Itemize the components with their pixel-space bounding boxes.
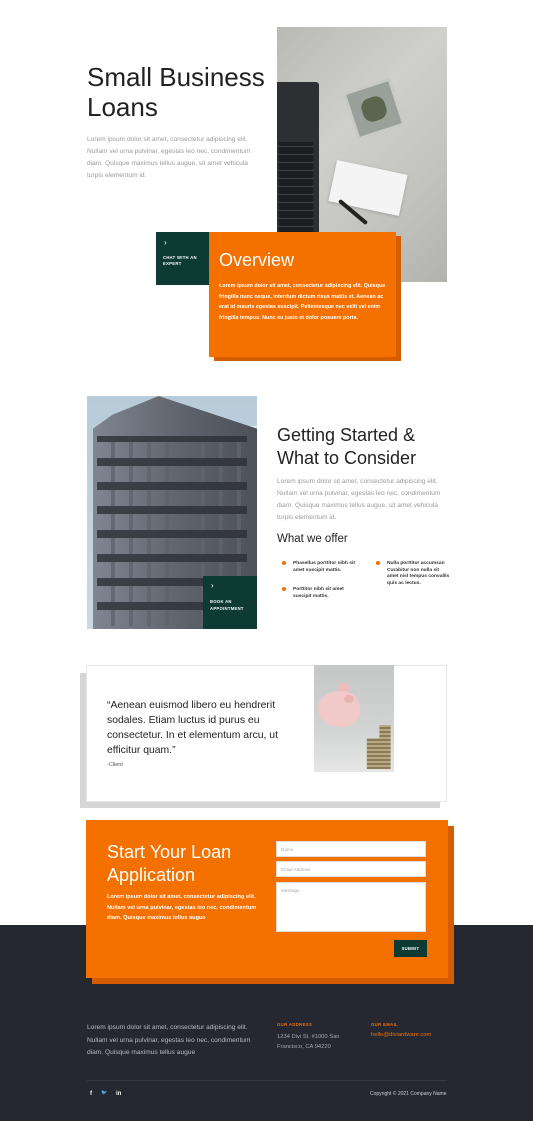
- getting-started-body: Lorem ipsum dolor sit amet, consectetur …: [277, 478, 441, 521]
- footer-address: OUR ADDRESS 1234 Divi St. #1000 San Fran…: [277, 1022, 357, 1052]
- getting-started-title: Getting Started & What to Consider: [277, 425, 417, 468]
- hero-title: Small Business Loans: [87, 62, 265, 122]
- chat-with-expert-button[interactable]: › CHAT WITH AN EXPERT: [156, 232, 210, 285]
- offer-item-text: Nulla porttitor accumsan Curabitur non n…: [387, 561, 450, 586]
- footer-divider: [87, 1080, 447, 1081]
- application-body: Lorem ipsum dolor sit amet, consectetur …: [107, 894, 257, 921]
- footer-address-heading: OUR ADDRESS: [277, 1022, 313, 1027]
- testimonial-author: -Client: [107, 762, 123, 768]
- footer-body: Lorem ipsum dolor sit amet, consectetur …: [87, 1024, 251, 1056]
- testimonial-quote: “Aenean euismod libero eu hendrerit soda…: [107, 700, 278, 756]
- coin-stack-shape: [366, 725, 391, 769]
- application-title: Start Your Loan Application: [107, 842, 232, 885]
- footer-email: OUR EMAIL hello@diviardware.com: [371, 1022, 451, 1038]
- footer-email-link[interactable]: hello@diviardware.com: [371, 1032, 451, 1038]
- pig-snout-shape: [344, 695, 354, 703]
- planter-shape: [342, 77, 406, 141]
- bullet-dot-icon: [282, 561, 286, 565]
- chevron-right-icon: ›: [211, 581, 214, 590]
- name-input[interactable]: Name: [276, 841, 426, 857]
- copyright: Copyright © 2021 Company Name: [370, 1091, 447, 1097]
- offer-item: Phasellus porttitor nibh sit amet suscip…: [282, 561, 363, 574]
- offer-item-text: Porttitor nibh sit amet suscipit mattis.: [293, 587, 344, 599]
- notecard-shape: [328, 159, 408, 217]
- bullet-dot-icon: [376, 561, 380, 565]
- book-appointment-button[interactable]: › BOOK AN APPOINTMENT: [203, 576, 257, 629]
- application-card: Start Your Loan Application Lorem ipsum …: [86, 820, 448, 978]
- chevron-right-icon: ›: [164, 238, 167, 247]
- twitter-icon[interactable]: 🐦: [101, 1090, 107, 1096]
- overview-title: Overview: [219, 250, 295, 270]
- offer-item: Nulla porttitor accumsan Curabitur non n…: [376, 561, 451, 587]
- piggy-bank-shape: [318, 691, 360, 727]
- facebook-icon[interactable]: f: [90, 1091, 92, 1097]
- footer-address-line1: 1234 Divi St. #1000 San: [277, 1034, 340, 1040]
- footer-address-line2: Francisco, CA 94220: [277, 1044, 331, 1050]
- email-input[interactable]: Email Address: [276, 861, 426, 877]
- overview-body: Lorem ipsum dolor sit amet, consectetur …: [219, 283, 386, 321]
- offer-title: What we offer: [277, 533, 348, 545]
- piggy-bank-photo: [314, 665, 394, 772]
- submit-button[interactable]: SUBMIT: [394, 940, 427, 957]
- bullet-dot-icon: [282, 587, 286, 591]
- overview-card: Overview Lorem ipsum dolor sit amet, con…: [209, 232, 396, 357]
- chat-with-expert-label: CHAT WITH AN EXPERT: [163, 255, 197, 266]
- linkedin-icon[interactable]: in: [116, 1091, 121, 1097]
- footer-email-heading: OUR EMAIL: [371, 1022, 399, 1027]
- message-textarea[interactable]: Message: [276, 882, 426, 932]
- plant-shape: [358, 93, 390, 125]
- hero-body: Lorem ipsum dolor sit amet, consectetur …: [87, 136, 251, 179]
- offer-item-text: Phasellus porttitor nibh sit amet suscip…: [293, 561, 355, 573]
- offer-item: Porttitor nibh sit amet suscipit mattis.: [282, 587, 363, 600]
- book-appointment-label: BOOK AN APPOINTMENT: [210, 599, 244, 611]
